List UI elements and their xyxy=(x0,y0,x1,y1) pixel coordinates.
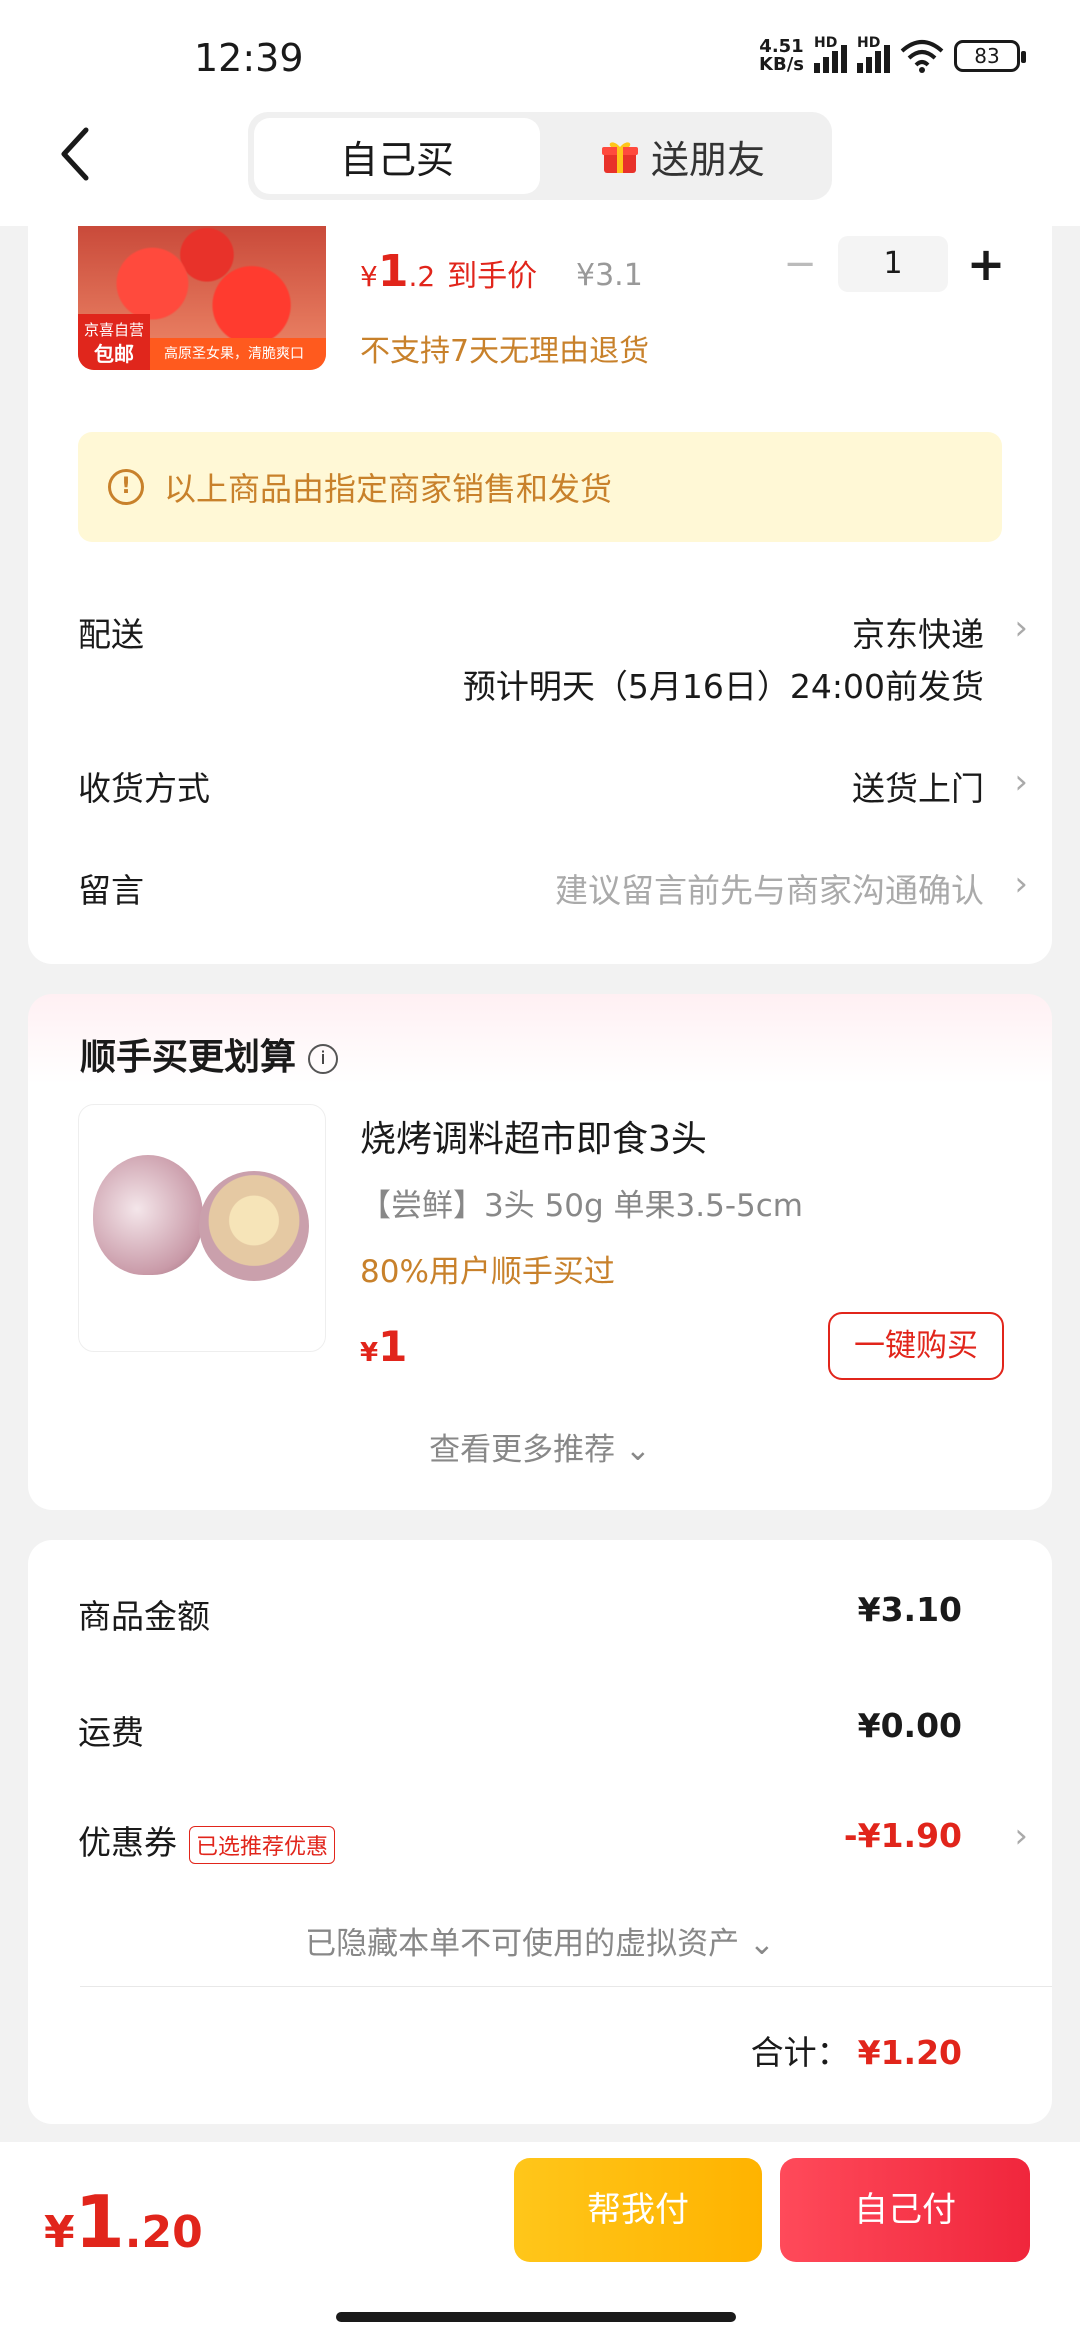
seller-notice: ! 以上商品由指定商家销售和发货 xyxy=(78,432,1002,542)
recommend-bought-rate: 80%用户顺手买过 xyxy=(360,1254,615,1290)
tab-send-friend[interactable]: 送朋友 xyxy=(540,118,826,194)
receive-value: 送货上门 xyxy=(852,769,984,808)
receive-method-row[interactable]: 收货方式 送货上门 › xyxy=(78,762,1028,812)
help-me-pay-button[interactable]: 帮我付 xyxy=(514,2158,762,2262)
no-return-notice: 不支持7天无理由退货 xyxy=(360,334,650,369)
info-icon[interactable]: i xyxy=(308,1044,339,1074)
message-placeholder: 建议留言前先与商家沟通确认 xyxy=(555,871,984,910)
status-icons: 4.51 KB/s HD HD 83 xyxy=(759,35,1026,75)
network-speed: 4.51 KB/s xyxy=(759,36,804,75)
message-row[interactable]: 留言 建议留言前先与商家沟通确认 › xyxy=(78,864,1028,914)
delivery-estimate: 预计明天（5月16日）24:00前发货 xyxy=(462,667,984,706)
recommend-title: 顺手买更划算 i xyxy=(80,1028,339,1080)
info-icon: ! xyxy=(108,469,144,505)
quantity-input[interactable]: 1 xyxy=(838,236,948,292)
order-card: 京喜自营 包邮 高原圣女果，清脆爽口 ¥1.2 到手价 ¥3.1 − 1 + 不支… xyxy=(28,226,1052,964)
divider xyxy=(80,1986,1052,1987)
delivery-label: 配送 xyxy=(78,615,144,654)
decrease-button[interactable]: − xyxy=(780,241,820,287)
signal-icon-2: HD xyxy=(857,35,890,73)
recommend-product-name[interactable]: 烧烤调料超市即食3头 xyxy=(360,1110,707,1162)
chevron-right-icon: › xyxy=(1014,1816,1028,1856)
hidden-assets-toggle[interactable]: 已隐藏本单不可使用的虚拟资产 ⌄ xyxy=(28,1918,1052,1963)
message-label: 留言 xyxy=(78,871,144,910)
more-recommendations-link[interactable]: 查看更多推荐 ⌄ xyxy=(28,1424,1052,1469)
header: 自己买 送朋友 xyxy=(0,112,1080,226)
seller-notice-text: 以上商品由指定商家销售和发货 xyxy=(164,470,613,508)
shipping-value: ¥0.00 xyxy=(857,1706,962,1745)
goods-amount-value: ¥3.10 xyxy=(857,1590,962,1629)
coupon-label: 优惠券 xyxy=(78,1823,177,1862)
total-amount: 合计： ¥1.20 xyxy=(750,2033,962,2072)
receive-label: 收货方式 xyxy=(78,769,210,808)
quantity-stepper: − 1 + xyxy=(780,236,1006,292)
product-banner: 高原圣女果，清脆爽口 xyxy=(150,338,326,370)
price-summary-card: 商品金额 ¥3.10 运费 ¥0.00 优惠券 已选推荐优惠 › -¥1.90 已… xyxy=(28,1540,1052,2124)
product-image[interactable]: 京喜自营 包邮 高原圣女果，清脆爽口 xyxy=(78,226,326,370)
purchase-mode-tabs: 自己买 送朋友 xyxy=(248,112,832,200)
chevron-right-icon: › xyxy=(1014,762,1028,802)
chevron-right-icon: › xyxy=(1014,608,1028,648)
recommend-product-spec: 【尝鲜】3头 50g 单果3.5-5cm xyxy=(360,1188,804,1224)
chevron-right-icon: › xyxy=(1014,864,1028,904)
recommend-price: ¥1 xyxy=(360,1322,408,1371)
bottom-action-bar: ¥1.20 帮我付 自己付 xyxy=(0,2142,1080,2340)
one-click-buy-button[interactable]: 一键购买 xyxy=(828,1312,1004,1380)
tab-buy-self[interactable]: 自己买 xyxy=(254,118,540,194)
clock: 12:39 xyxy=(194,36,304,80)
delivery-value: 京东快递 xyxy=(852,615,984,654)
self-operated-badge: 京喜自营 包邮 xyxy=(78,314,150,370)
gift-icon xyxy=(601,142,638,173)
signal-icon: HD xyxy=(814,35,847,73)
increase-button[interactable]: + xyxy=(966,237,1006,291)
coupon-value: -¥1.90 xyxy=(843,1816,962,1855)
tab-send-friend-label: 送朋友 xyxy=(650,137,765,182)
recommend-product-image[interactable] xyxy=(78,1104,326,1352)
wifi-icon xyxy=(900,40,944,73)
home-indicator[interactable] xyxy=(336,2312,736,2322)
delivery-row[interactable]: 配送 京东快递 › 预计明天（5月16日）24:00前发货 xyxy=(78,608,1028,718)
back-arrow-icon[interactable] xyxy=(56,124,96,184)
status-bar: 12:39 4.51 KB/s HD HD 83 xyxy=(0,0,1080,112)
product-price: ¥1.2 到手价 xyxy=(360,246,538,297)
coupon-tag: 已选推荐优惠 xyxy=(189,1825,336,1864)
battery-icon: 83 xyxy=(954,40,1026,72)
tab-buy-self-label: 自己买 xyxy=(339,137,454,182)
recommend-card: 顺手买更划算 i 烧烤调料超市即食3头 【尝鲜】3头 50g 单果3.5-5cm … xyxy=(28,994,1052,1510)
original-price: ¥3.1 xyxy=(576,258,643,293)
payable-amount: ¥1.20 xyxy=(44,2180,203,2264)
pay-myself-button[interactable]: 自己付 xyxy=(780,2158,1030,2262)
